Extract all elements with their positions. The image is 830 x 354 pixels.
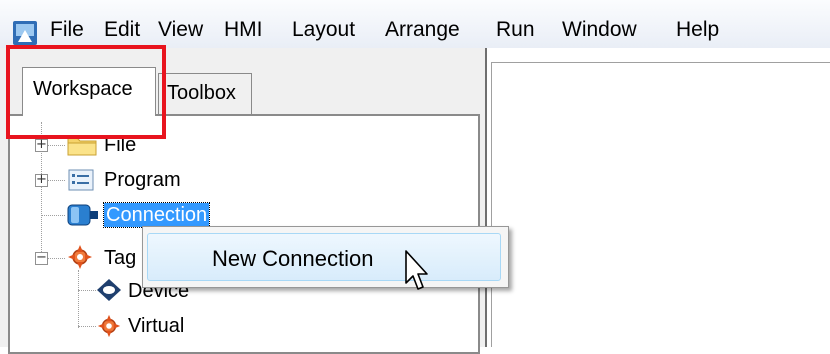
menu-hmi[interactable]: HMI <box>224 17 263 43</box>
app-icon[interactable] <box>12 20 38 46</box>
menu-bar: File Edit View HMI Layout Arrange Run Wi… <box>0 0 830 48</box>
menu-arrange[interactable]: Arrange <box>385 17 460 43</box>
highlight-annotation <box>6 45 166 139</box>
tag-icon <box>68 245 92 269</box>
menu-run[interactable]: Run <box>496 17 535 43</box>
program-list-icon <box>68 169 94 191</box>
menu-edit[interactable]: Edit <box>104 17 140 43</box>
connection-icon <box>67 204 98 226</box>
tree-connector <box>78 270 79 328</box>
new-connection-label: New Connection <box>212 246 374 271</box>
tree-item-program[interactable]: Program <box>104 168 181 192</box>
menu-view[interactable]: View <box>158 17 203 43</box>
virtual-tag-icon <box>97 314 121 338</box>
tab-toolbox-label: Toolbox <box>167 82 236 104</box>
mouse-pointer-icon <box>405 250 428 290</box>
menu-window[interactable]: Window <box>562 17 637 43</box>
expand-file-icon[interactable]: + <box>35 138 48 152</box>
menu-layout[interactable]: Layout <box>292 17 355 43</box>
tree-item-connection[interactable]: Connection <box>102 202 211 228</box>
menu-help[interactable]: Help <box>676 17 719 43</box>
tree-connector <box>41 215 65 216</box>
menu-file[interactable]: File <box>50 17 84 43</box>
device-icon <box>97 279 121 301</box>
tree-connector <box>78 290 96 291</box>
tab-toolbox[interactable]: Toolbox <box>158 73 252 114</box>
collapse-tag-icon[interactable]: − <box>35 251 48 265</box>
tree-item-tag[interactable]: Tag <box>104 246 136 270</box>
tree-item-virtual[interactable]: Virtual <box>128 314 184 338</box>
editor-area[interactable] <box>485 48 830 347</box>
context-menu: New Connection <box>142 226 509 288</box>
expand-program-icon[interactable]: + <box>35 173 48 187</box>
new-connection-menu-item[interactable]: New Connection <box>147 233 501 281</box>
tree-connector <box>78 326 96 327</box>
